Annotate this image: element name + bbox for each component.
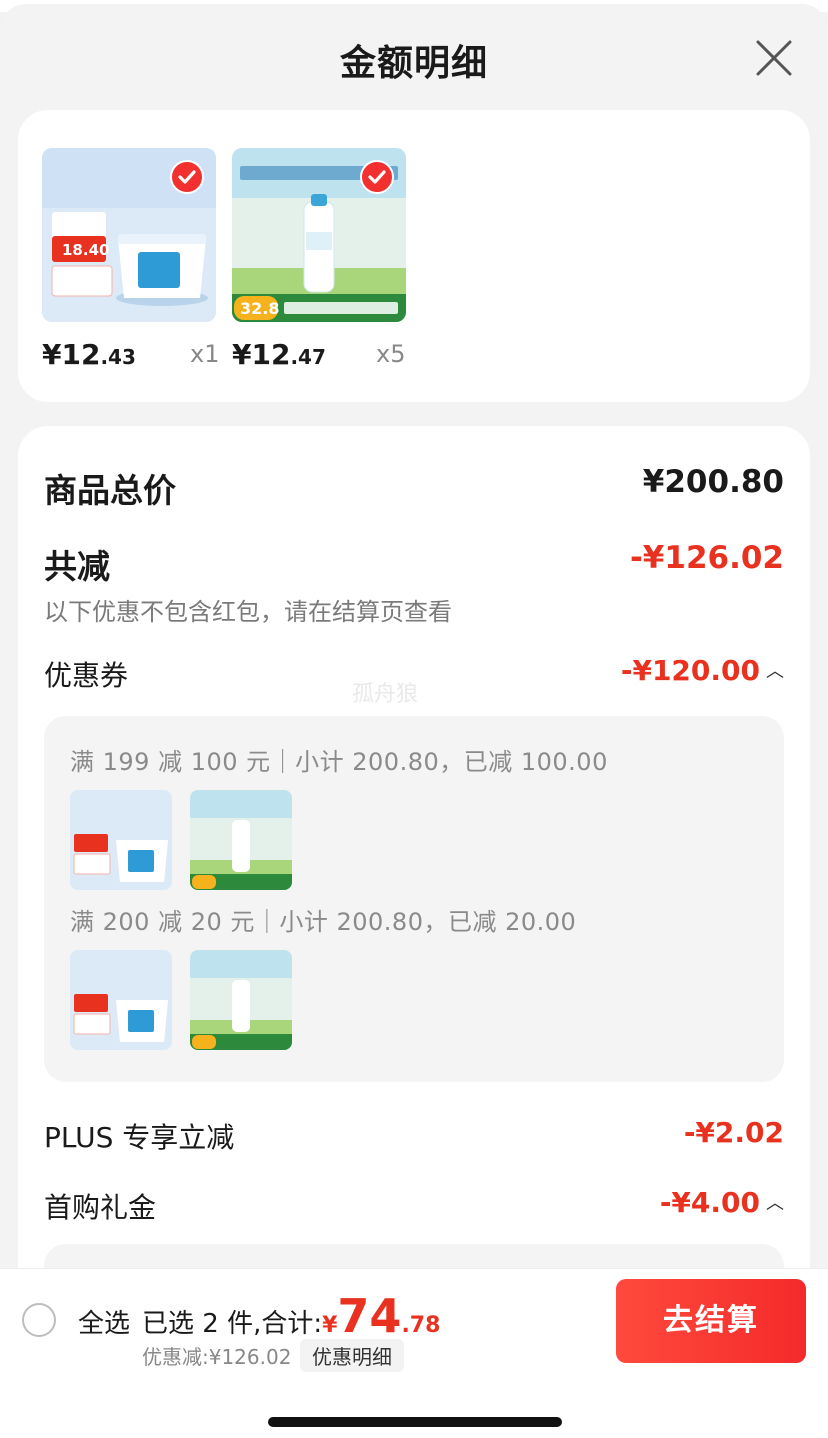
first-purchase-value: -¥4.00 xyxy=(659,1186,760,1219)
total-integer: 74 xyxy=(337,1289,402,1343)
coupon-line: 满 199 减 100 元｜小计 200.80，已减 100.00 xyxy=(70,748,608,776)
coupon-value-wrap[interactable]: -¥120.00 ︿ xyxy=(621,654,784,687)
select-all-radio[interactable] xyxy=(22,1303,56,1337)
total-price-value: ¥200.80 xyxy=(642,464,784,500)
plus-discount-row: PLUS 专享立减 -¥2.02 xyxy=(44,1116,784,1156)
products-card: 18.40 ¥12.43 x1 32.8 ¥12.47 x5 xyxy=(18,110,810,402)
select-all-label[interactable]: 全选 xyxy=(78,1303,130,1340)
page-title: 金额明细 xyxy=(339,43,488,84)
product-price: ¥12.47 xyxy=(232,338,326,371)
total-reduce-label: 共减 xyxy=(44,547,110,586)
coupon-detail-box: 满 199 减 100 元｜小计 200.80，已减 100.00 满 200 … xyxy=(44,716,784,1082)
sheet-header: 金额明细 xyxy=(0,4,828,108)
product-quantity: x5 xyxy=(376,340,406,368)
product-image-milk: 32.8 xyxy=(232,148,406,322)
plus-discount-label: PLUS 专享立减 xyxy=(44,1121,235,1154)
total-decimal: .78 xyxy=(401,1313,441,1338)
total-price-label: 商品总价 xyxy=(44,471,176,510)
watermark-text: 孤舟狼 xyxy=(352,682,419,707)
total-reduce-value: -¥126.02 xyxy=(629,540,784,576)
coupon-label: 优惠券 xyxy=(44,659,129,692)
total-currency: ¥ xyxy=(322,1313,338,1338)
amount-detail-sheet: 金额明细 18.40 ¥12.43 x1 32.8 ¥12.47 x5 商品总价… xyxy=(0,4,828,1438)
total-price-row: 商品总价 ¥200.80 xyxy=(44,464,784,510)
coupon-line: 满 200 减 20 元｜小计 200.80，已减 20.00 xyxy=(70,908,577,936)
selected-check-icon[interactable] xyxy=(360,160,394,194)
home-indicator[interactable] xyxy=(268,1417,562,1427)
product-item[interactable]: 32.8 ¥12.47 x5 xyxy=(232,148,406,371)
first-purchase-label: 首购礼金 xyxy=(44,1191,157,1224)
selected-check-icon[interactable] xyxy=(170,160,204,194)
order-summary: 已选 2 件,合计:¥74.78 xyxy=(142,1289,440,1343)
discount-summary: 优惠减:¥126.02 xyxy=(142,1345,292,1369)
coupon-value: -¥120.00 xyxy=(620,654,760,687)
promo-badge-price: 32.8 xyxy=(240,299,279,318)
mini-product-image-yogurt xyxy=(70,790,172,890)
product-item[interactable]: 18.40 ¥12.43 x1 xyxy=(42,148,219,371)
price-detail-card: 商品总价 ¥200.80 共减 -¥126.02 以下优惠不包含红包，请在结算页… xyxy=(18,426,810,1326)
discount-detail-button[interactable]: 优惠明细 xyxy=(300,1339,404,1372)
product-image-yogurt: 18.40 xyxy=(42,148,216,322)
reduce-note: 以下优惠不包含红包，请在结算页查看 xyxy=(44,598,452,626)
product-price: ¥12.43 xyxy=(42,338,136,371)
checkout-button[interactable]: 去结算 xyxy=(616,1279,806,1363)
plus-discount-value: -¥2.02 xyxy=(683,1116,784,1149)
checkout-bar: 全选 已选 2 件,合计:¥74.78 优惠减:¥126.02 优惠明细 去结算 xyxy=(0,1268,828,1438)
total-reduce-row: 共减 -¥126.02 xyxy=(44,540,784,586)
mini-product-image-milk xyxy=(190,950,292,1050)
reduce-note-row: 以下优惠不包含红包，请在结算页查看 xyxy=(44,592,784,626)
mini-product-image-yogurt xyxy=(70,950,172,1050)
first-purchase-value-wrap[interactable]: -¥4.00 ︿ xyxy=(660,1186,784,1219)
chevron-up-icon[interactable]: ︿ xyxy=(766,657,784,683)
first-purchase-row[interactable]: 首购礼金 -¥4.00 ︿ xyxy=(44,1186,784,1226)
close-icon[interactable] xyxy=(754,38,794,78)
product-quantity: x1 xyxy=(190,340,220,368)
chevron-up-icon[interactable]: ︿ xyxy=(766,1189,784,1215)
selected-count: 已选 2 件,合计: xyxy=(142,1309,323,1339)
promo-badge-price: 18.40 xyxy=(62,241,109,259)
mini-product-image-milk xyxy=(190,790,292,890)
